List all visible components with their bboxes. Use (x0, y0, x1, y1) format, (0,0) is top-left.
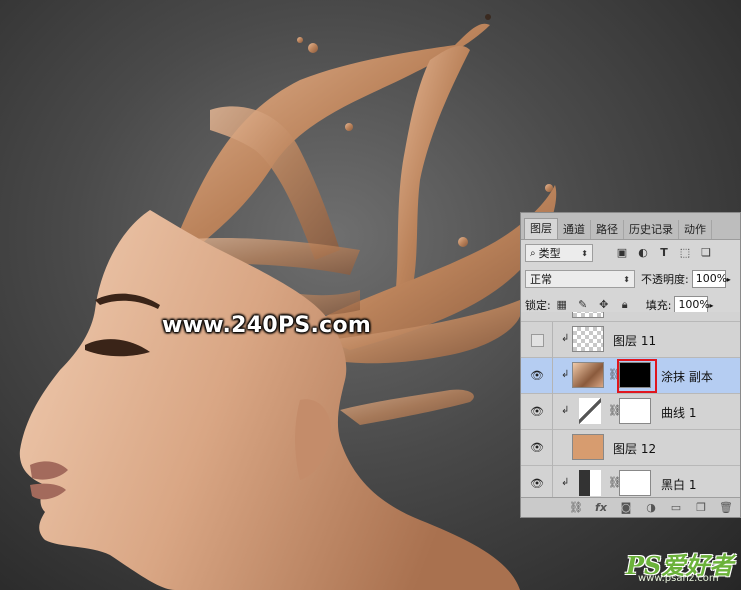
clipping-arrow-icon: ↲ (561, 369, 570, 380)
lock-paint-icon[interactable]: ✎ (576, 298, 590, 312)
tab-paths[interactable]: 路径 (591, 220, 624, 239)
column-divider (552, 466, 553, 498)
delete-icon[interactable]: 🗑︎ (718, 501, 734, 515)
tab-layers[interactable]: 图层 (524, 218, 558, 239)
brand-url: www.psahz.com (638, 573, 719, 584)
layer-name[interactable]: 黑白 1 (661, 476, 696, 493)
mask-highlight-box (617, 359, 657, 393)
column-divider (552, 358, 553, 394)
layer-list: ↲ 图层 11 👁︎ ↲ ⛓︎ 涂抹 副本 👁︎ ↲ ⛓︎ 曲线 1 👁︎ 图层… (521, 312, 740, 498)
layer-name[interactable]: 涂抹 副本 (661, 368, 713, 385)
panel-tabs: 图层 通道 路径 历史记录 动作 (521, 213, 740, 240)
filter-pixel-icon[interactable]: ▣ (615, 246, 629, 260)
brand-logo: PS爱好者 www.psahz.com (626, 546, 738, 586)
visibility-off-box[interactable] (531, 334, 544, 347)
blend-mode-select[interactable]: 正常 ⬍ (525, 270, 635, 288)
layer-name[interactable]: 图层 12 (613, 440, 656, 457)
chevron-updown-icon: ⬍ (581, 248, 588, 258)
lock-label: 锁定: (525, 299, 551, 312)
filter-smart-object-icon[interactable]: ❏ (699, 246, 713, 260)
lock-position-icon[interactable]: ✥ (597, 298, 611, 312)
link-layers-icon[interactable]: ⛓︎ (568, 501, 584, 515)
adjustment-icon[interactable]: ◑ (643, 501, 659, 515)
layer-thumbnail[interactable] (572, 362, 604, 388)
layer-mask-thumbnail[interactable] (619, 470, 651, 496)
fill-label: 填充: (645, 299, 672, 312)
clipping-arrow-icon: ↲ (561, 405, 570, 416)
eye-icon[interactable]: 👁︎ (529, 369, 545, 383)
layer-mask-thumbnail[interactable] (619, 398, 651, 424)
column-divider (552, 394, 553, 430)
layer-row-curves-1[interactable]: 👁︎ ↲ ⛓︎ 曲线 1 (521, 394, 740, 430)
eye-icon[interactable]: 👁︎ (529, 405, 545, 419)
layer-row-layer-11[interactable]: ↲ 图层 11 (521, 322, 740, 358)
filter-kind-select[interactable]: ⌕ 类型 ⬍ (525, 244, 593, 262)
tab-actions[interactable]: 动作 (679, 220, 712, 239)
fx-icon[interactable]: fx (593, 501, 609, 515)
layer-thumbnail[interactable] (572, 434, 604, 460)
layer-thumbnail (572, 312, 604, 318)
blend-row: 正常 ⬍ 不透明度: 100% ▸ (521, 266, 740, 292)
black-white-adjustment-icon[interactable] (579, 470, 601, 496)
chevron-right-icon[interactable]: ▸ (709, 301, 713, 310)
filter-type-icon[interactable]: T (657, 246, 671, 260)
layer-name[interactable]: 曲线 1 (661, 404, 696, 421)
new-layer-icon[interactable]: ❐ (693, 501, 709, 515)
layer-row-smudge-copy[interactable]: 👁︎ ↲ ⛓︎ 涂抹 副本 (521, 358, 740, 394)
layer-row-black-white-1[interactable]: 👁︎ ↲ ⛓︎ 黑白 1 (521, 466, 740, 498)
clipping-arrow-icon: ↲ (561, 333, 570, 344)
add-mask-icon[interactable]: ◙ (618, 501, 634, 515)
blend-mode-value: 正常 (530, 273, 552, 286)
eye-icon[interactable]: 👁︎ (529, 441, 545, 455)
clipping-arrow-icon: ↲ (561, 477, 570, 488)
layer-thumbnail[interactable] (572, 326, 604, 352)
layers-panel: 图层 通道 路径 历史记录 动作 ⌕ 类型 ⬍ ▣ ◐ T ⬚ ❏ 正常 ⬍ 不… (520, 212, 741, 518)
tab-history[interactable]: 历史记录 (624, 220, 679, 239)
filter-adjustment-icon[interactable]: ◐ (636, 246, 650, 260)
layer-row-partial[interactable] (521, 312, 740, 322)
filter-shape-icon[interactable]: ⬚ (678, 246, 692, 260)
column-divider (552, 430, 553, 466)
tab-channels[interactable]: 通道 (558, 220, 591, 239)
lock-all-icon[interactable]: 🔒︎ (618, 298, 632, 312)
chevron-updown-icon: ⬍ (623, 274, 630, 284)
eye-icon[interactable]: 👁︎ (529, 477, 545, 491)
layer-name[interactable]: 图层 11 (613, 332, 656, 349)
lock-transparent-icon[interactable]: ▦ (555, 298, 569, 312)
filter-row: ⌕ 类型 ⬍ ▣ ◐ T ⬚ ❏ (521, 240, 740, 266)
opacity-label: 不透明度: (641, 273, 689, 286)
panel-bottom-bar: ⛓︎ fx ◙ ◑ ▭ ❐ 🗑︎ (521, 497, 740, 517)
group-icon[interactable]: ▭ (668, 501, 684, 515)
column-divider (552, 322, 553, 358)
filter-kind-label: 类型 (538, 247, 561, 260)
layer-row-layer-12[interactable]: 👁︎ 图层 12 (521, 430, 740, 466)
curves-adjustment-icon[interactable] (579, 398, 601, 424)
chevron-right-icon[interactable]: ▸ (727, 275, 731, 284)
opacity-input[interactable]: 100% (691, 270, 727, 288)
search-icon: ⌕ (530, 247, 536, 259)
watermark-text: www.240PS.com (162, 313, 372, 338)
